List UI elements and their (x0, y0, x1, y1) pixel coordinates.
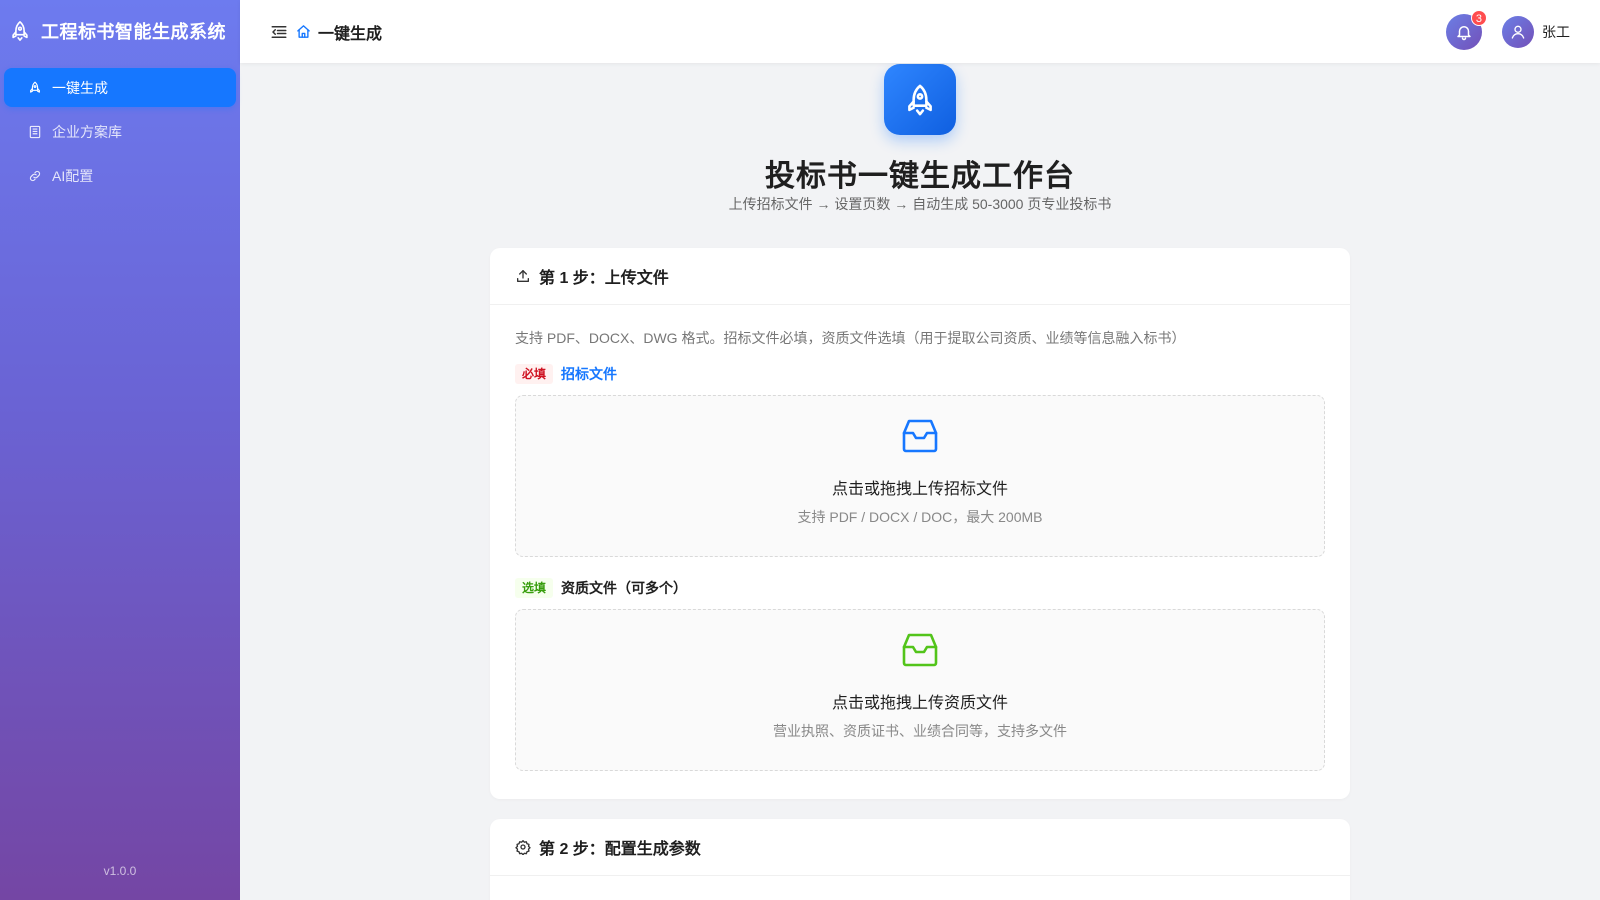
app-version: v1.0.0 (103, 864, 137, 878)
qualification-file-dropzone[interactable]: 点击或拖拽上传资质文件 营业执照、资质证书、业绩合同等，支持多文件 (515, 609, 1325, 771)
qualification-dropzone-text: 点击或拖拽上传资质文件 (831, 695, 1008, 712)
user-icon (1511, 25, 1525, 39)
qualification-file-title: 资质文件（可多个） (561, 580, 688, 596)
app-root: 工程标书智能生成系统 一键生成 企业方案库 AI配置 v1.0.0 一键生成 3… (0, 0, 1600, 900)
workbench-title: 投标书一键生成工作台 (765, 160, 1075, 193)
step1-description: 支持 PDF、DOCX、DWG 格式。招标文件必填，资质文件选填（用于提取公司资… (515, 330, 1186, 346)
user-menu[interactable]: 张工 (1502, 15, 1570, 48)
brand-title: 工程标书智能生成系统 (41, 22, 226, 42)
rocket-logo-icon (9, 20, 31, 42)
inbox-icon (900, 630, 940, 670)
step2-header: 第 2 步：配置生成参数 (490, 819, 1350, 876)
notification-button[interactable]: 3 (1446, 9, 1487, 50)
tender-file-label: 必填 招标文件 (515, 363, 1325, 385)
main-content: 投标书一键生成工作台 上传招标文件 → 设置页数 → 自动生成 50-3000 … (240, 63, 1600, 900)
required-tag: 必填 (515, 364, 554, 384)
sidebar-menu: 一键生成 企业方案库 AI配置 (0, 62, 240, 206)
step2-title: 第 2 步：配置生成参数 (539, 841, 701, 858)
bell-icon (1457, 25, 1471, 40)
step2-card: 第 2 步：配置生成参数 (490, 819, 1350, 900)
step1-header: 第 1 步：上传文件 (490, 248, 1350, 305)
avatar (1502, 15, 1534, 48)
sidebar-item-ai-config[interactable]: AI配置 (4, 156, 236, 195)
step1-card: 第 1 步：上传文件 支持 PDF、DOCX、DWG 格式。招标文件必填，资质文… (490, 248, 1350, 799)
tender-dropzone-text: 点击或拖拽上传招标文件 (831, 481, 1008, 498)
step1-body: 支持 PDF、DOCX、DWG 格式。招标文件必填，资质文件选填（用于提取公司资… (490, 305, 1350, 771)
sidebar-item-solution-library[interactable]: 企业方案库 (4, 112, 236, 151)
sidebar-item-label: AI配置 (52, 167, 94, 184)
sidebar: 工程标书智能生成系统 一键生成 企业方案库 AI配置 v1.0.0 (0, 0, 240, 900)
home-icon[interactable] (296, 24, 311, 39)
page-title: 一键生成 (318, 25, 383, 43)
sidebar-item-one-click-generate[interactable]: 一键生成 (4, 68, 236, 107)
step1-title: 第 1 步：上传文件 (539, 270, 669, 287)
top-header: 一键生成 3 张工 (240, 0, 1600, 63)
user-name: 张工 (1542, 23, 1570, 40)
workbench-subtitle: 上传招标文件 → 设置页数 → 自动生成 50-3000 页专业投标书 (728, 196, 1112, 212)
inbox-icon (900, 416, 940, 456)
optional-tag: 选填 (515, 578, 554, 598)
qualification-dropzone-hint: 营业执照、资质证书、业绩合同等，支持多文件 (773, 723, 1067, 739)
header-actions: 3 张工 (1446, 9, 1570, 50)
gear-icon (515, 839, 531, 855)
upload-icon (515, 268, 531, 284)
book-icon (28, 125, 42, 139)
tender-dropzone-hint: 支持 PDF / DOCX / DOC，最大 200MB (797, 509, 1043, 525)
sidebar-item-label: 一键生成 (52, 79, 108, 96)
tender-file-title: 招标文件 (561, 366, 618, 382)
tender-file-dropzone[interactable]: 点击或拖拽上传招标文件 支持 PDF / DOCX / DOC，最大 200MB (515, 395, 1325, 557)
menu-fold-icon[interactable] (270, 23, 288, 41)
api-link-icon (28, 169, 42, 183)
rocket-icon (28, 81, 42, 95)
brand[interactable]: 工程标书智能生成系统 (0, 0, 240, 62)
qualification-file-label: 选填 资质文件（可多个） (515, 577, 1325, 599)
hero-rocket-icon (884, 64, 956, 135)
sidebar-item-label: 企业方案库 (52, 123, 122, 140)
notification-badge: 3 (1470, 9, 1487, 26)
